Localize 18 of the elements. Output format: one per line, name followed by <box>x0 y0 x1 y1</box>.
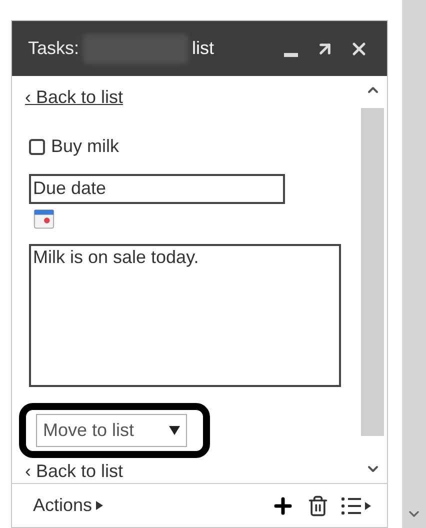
dropdown-arrow-icon <box>169 426 180 435</box>
back-to-list-link[interactable]: ‹ Back to list <box>25 84 124 111</box>
page-scrollbar[interactable] <box>402 0 426 528</box>
back-to-list-link[interactable]: ‹ Back to list <box>25 458 124 485</box>
calendar-icon[interactable] <box>33 208 55 229</box>
scrollbar-thumb[interactable] <box>361 108 384 436</box>
panel-title: Tasks: <box>28 37 80 60</box>
notes-field[interactable]: Milk is on sale today. <box>29 244 341 387</box>
move-to-list-dropdown[interactable]: Move to list <box>36 414 187 447</box>
minimize-icon <box>284 52 298 56</box>
panel-title: list <box>192 37 214 60</box>
trash-icon[interactable] <box>307 494 329 516</box>
actions-menu-button[interactable]: Actions <box>33 492 104 519</box>
triangle-right-icon <box>96 501 104 510</box>
task-checkbox[interactable] <box>29 138 45 154</box>
list-menu-icon[interactable] <box>341 496 373 516</box>
due-date-field[interactable]: Due date <box>29 174 285 204</box>
task-title: Buy milk <box>51 135 120 158</box>
